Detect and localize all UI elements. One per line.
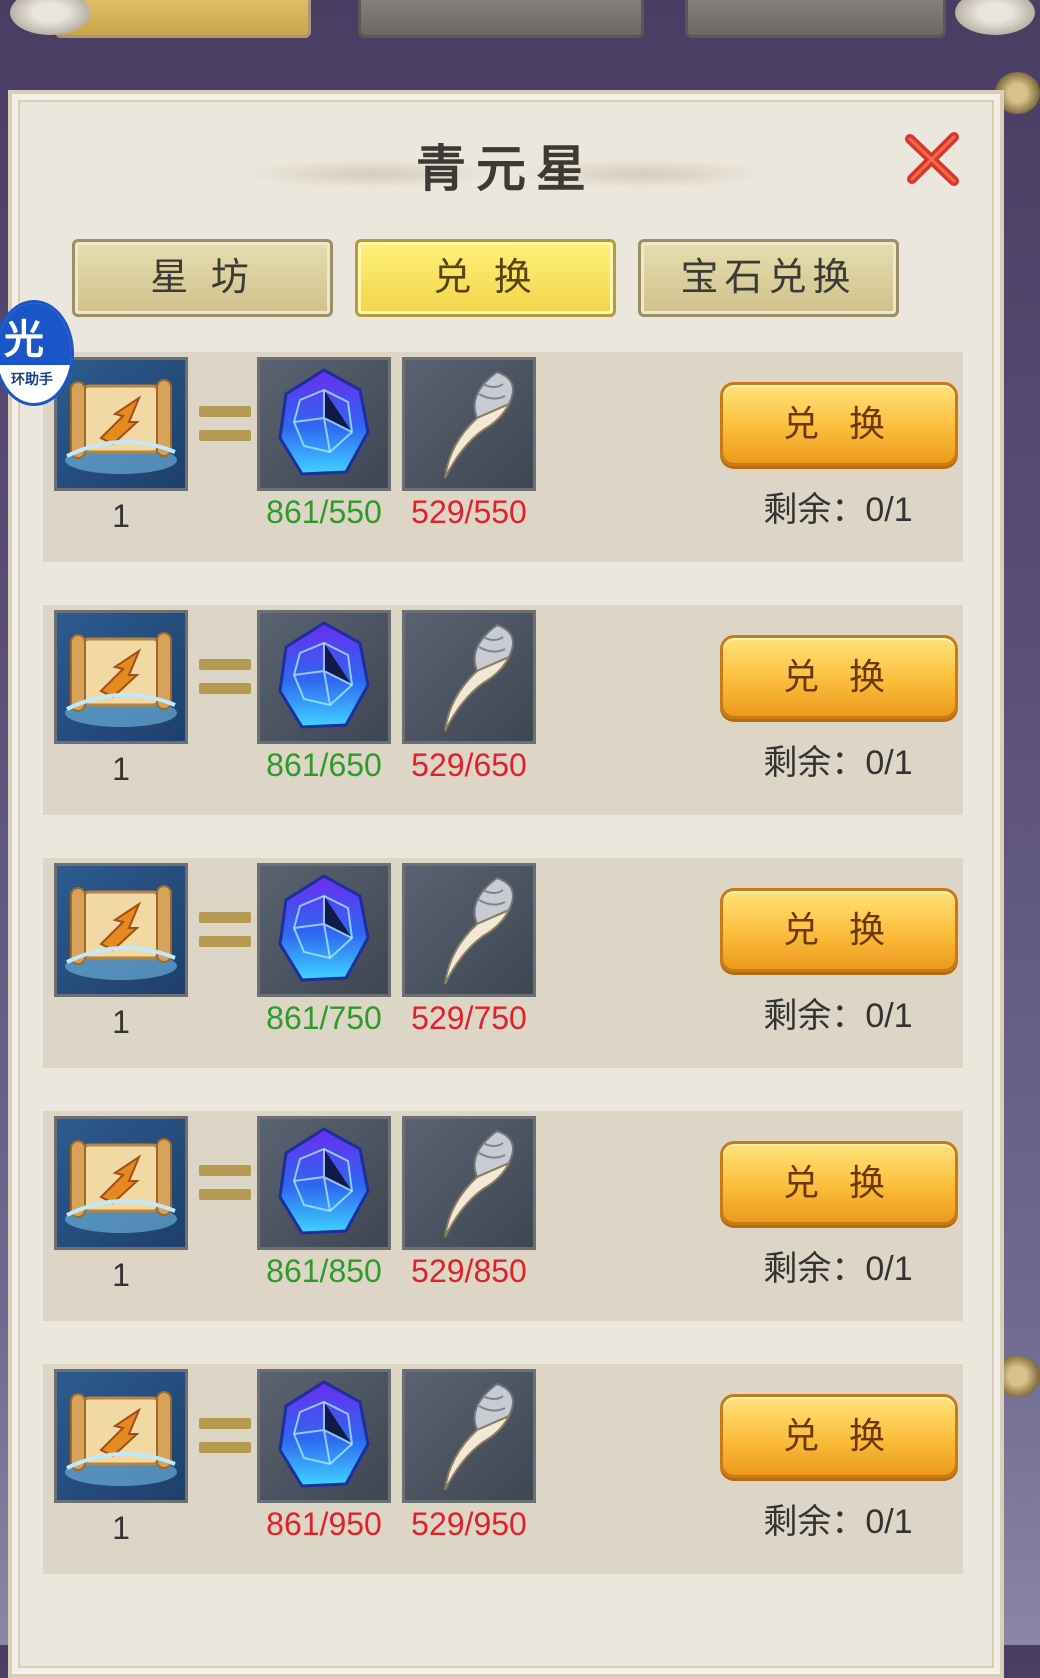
scroll-icon <box>65 632 177 727</box>
remaining-count: 剩余：0/1 <box>763 1503 913 1541</box>
scroll-icon <box>65 1138 177 1233</box>
blue-gem-icon <box>278 1127 370 1235</box>
gem-requirement: 861/850 <box>266 1253 382 1289</box>
cost-item-slot[interactable] <box>257 357 391 491</box>
equals-sign <box>199 910 251 950</box>
tooth-icon <box>444 623 514 732</box>
reward-quantity: 1 <box>112 498 130 534</box>
tooth-icon <box>444 876 514 985</box>
blue-gem-icon <box>278 368 370 476</box>
equals-sign <box>199 1163 251 1203</box>
cost-item-slot[interactable] <box>402 1369 536 1503</box>
reward-quantity: 1 <box>112 1510 130 1546</box>
tab-exchange[interactable]: 兑 换 <box>355 239 616 317</box>
background-tab-2 <box>358 0 644 38</box>
reward-item-slot[interactable] <box>54 357 188 491</box>
equals-sign <box>199 1416 251 1456</box>
scroll-icon <box>65 1391 177 1486</box>
tooth-requirement: 529/950 <box>411 1506 527 1542</box>
tooth-requirement: 529/850 <box>411 1253 527 1289</box>
reward-quantity: 1 <box>112 751 130 787</box>
tooth-icon <box>444 370 514 479</box>
exchange-button[interactable]: 兑 换 <box>720 635 958 719</box>
cloud-ornament <box>955 0 1035 35</box>
cost-item-slot[interactable] <box>402 610 536 744</box>
reward-item-slot[interactable] <box>54 863 188 997</box>
scroll-icon <box>65 885 177 980</box>
cost-item-slot[interactable] <box>257 863 391 997</box>
reward-item-slot[interactable] <box>54 1369 188 1503</box>
blue-gem-icon <box>278 874 370 982</box>
exchange-row: 1 861/550 529/550 兑 换 剩余：0/1 <box>43 352 963 562</box>
equals-sign <box>199 657 251 697</box>
tooth-icon <box>444 1382 514 1491</box>
tooth-requirement: 529/650 <box>411 747 527 783</box>
exchange-panel: 青元星 星 坊 兑 换 宝石兑换 1 861/550 529/550 兑 换 剩… <box>8 90 1004 1678</box>
exchange-button[interactable]: 兑 换 <box>720 1394 958 1478</box>
gem-requirement: 861/950 <box>266 1506 382 1542</box>
exchange-button[interactable]: 兑 换 <box>720 382 958 466</box>
cost-item-slot[interactable] <box>257 1116 391 1250</box>
assistant-glyph: 光 <box>4 317 44 363</box>
cost-item-slot[interactable] <box>257 1369 391 1503</box>
gem-requirement: 861/750 <box>266 1000 382 1036</box>
tooth-requirement: 529/750 <box>411 1000 527 1036</box>
background-tab-3 <box>685 0 946 38</box>
gem-requirement: 861/550 <box>266 494 382 530</box>
remaining-count: 剩余：0/1 <box>763 997 913 1035</box>
exchange-row: 1 861/850 529/850 兑 换 剩余：0/1 <box>43 1111 963 1321</box>
tab-gem-exchange[interactable]: 宝石兑换 <box>638 239 899 317</box>
blue-gem-icon <box>278 1380 370 1488</box>
panel-title: 青元星 <box>416 139 596 198</box>
exchange-row: 1 861/650 529/650 兑 换 剩余：0/1 <box>43 605 963 815</box>
tooth-requirement: 529/550 <box>411 494 527 530</box>
exchange-button[interactable]: 兑 换 <box>720 888 958 972</box>
remaining-count: 剩余：0/1 <box>763 744 913 782</box>
reward-item-slot[interactable] <box>54 610 188 744</box>
blue-gem-icon <box>278 621 370 729</box>
background-tab-1 <box>55 0 311 38</box>
cost-item-slot[interactable] <box>402 863 536 997</box>
cost-item-slot[interactable] <box>257 610 391 744</box>
exchange-button[interactable]: 兑 换 <box>720 1141 958 1225</box>
equals-sign <box>199 404 251 444</box>
cost-item-slot[interactable] <box>402 357 536 491</box>
close-icon <box>905 132 959 186</box>
assistant-label: 环助手 <box>11 371 53 387</box>
exchange-row: 1 861/950 529/950 兑 换 剩余：0/1 <box>43 1364 963 1574</box>
gem-requirement: 861/650 <box>266 747 382 783</box>
exchange-row: 1 861/750 529/750 兑 换 剩余：0/1 <box>43 858 963 1068</box>
remaining-count: 剩余：0/1 <box>763 491 913 529</box>
tooth-icon <box>444 1129 514 1238</box>
close-button[interactable] <box>902 129 962 189</box>
cost-item-slot[interactable] <box>402 1116 536 1250</box>
scroll-icon <box>65 379 177 474</box>
reward-quantity: 1 <box>112 1004 130 1040</box>
remaining-count: 剩余：0/1 <box>763 1250 913 1288</box>
reward-quantity: 1 <box>112 1257 130 1293</box>
reward-item-slot[interactable] <box>54 1116 188 1250</box>
tab-star-workshop[interactable]: 星 坊 <box>72 239 333 317</box>
title-bar: 青元星 <box>12 129 1000 209</box>
